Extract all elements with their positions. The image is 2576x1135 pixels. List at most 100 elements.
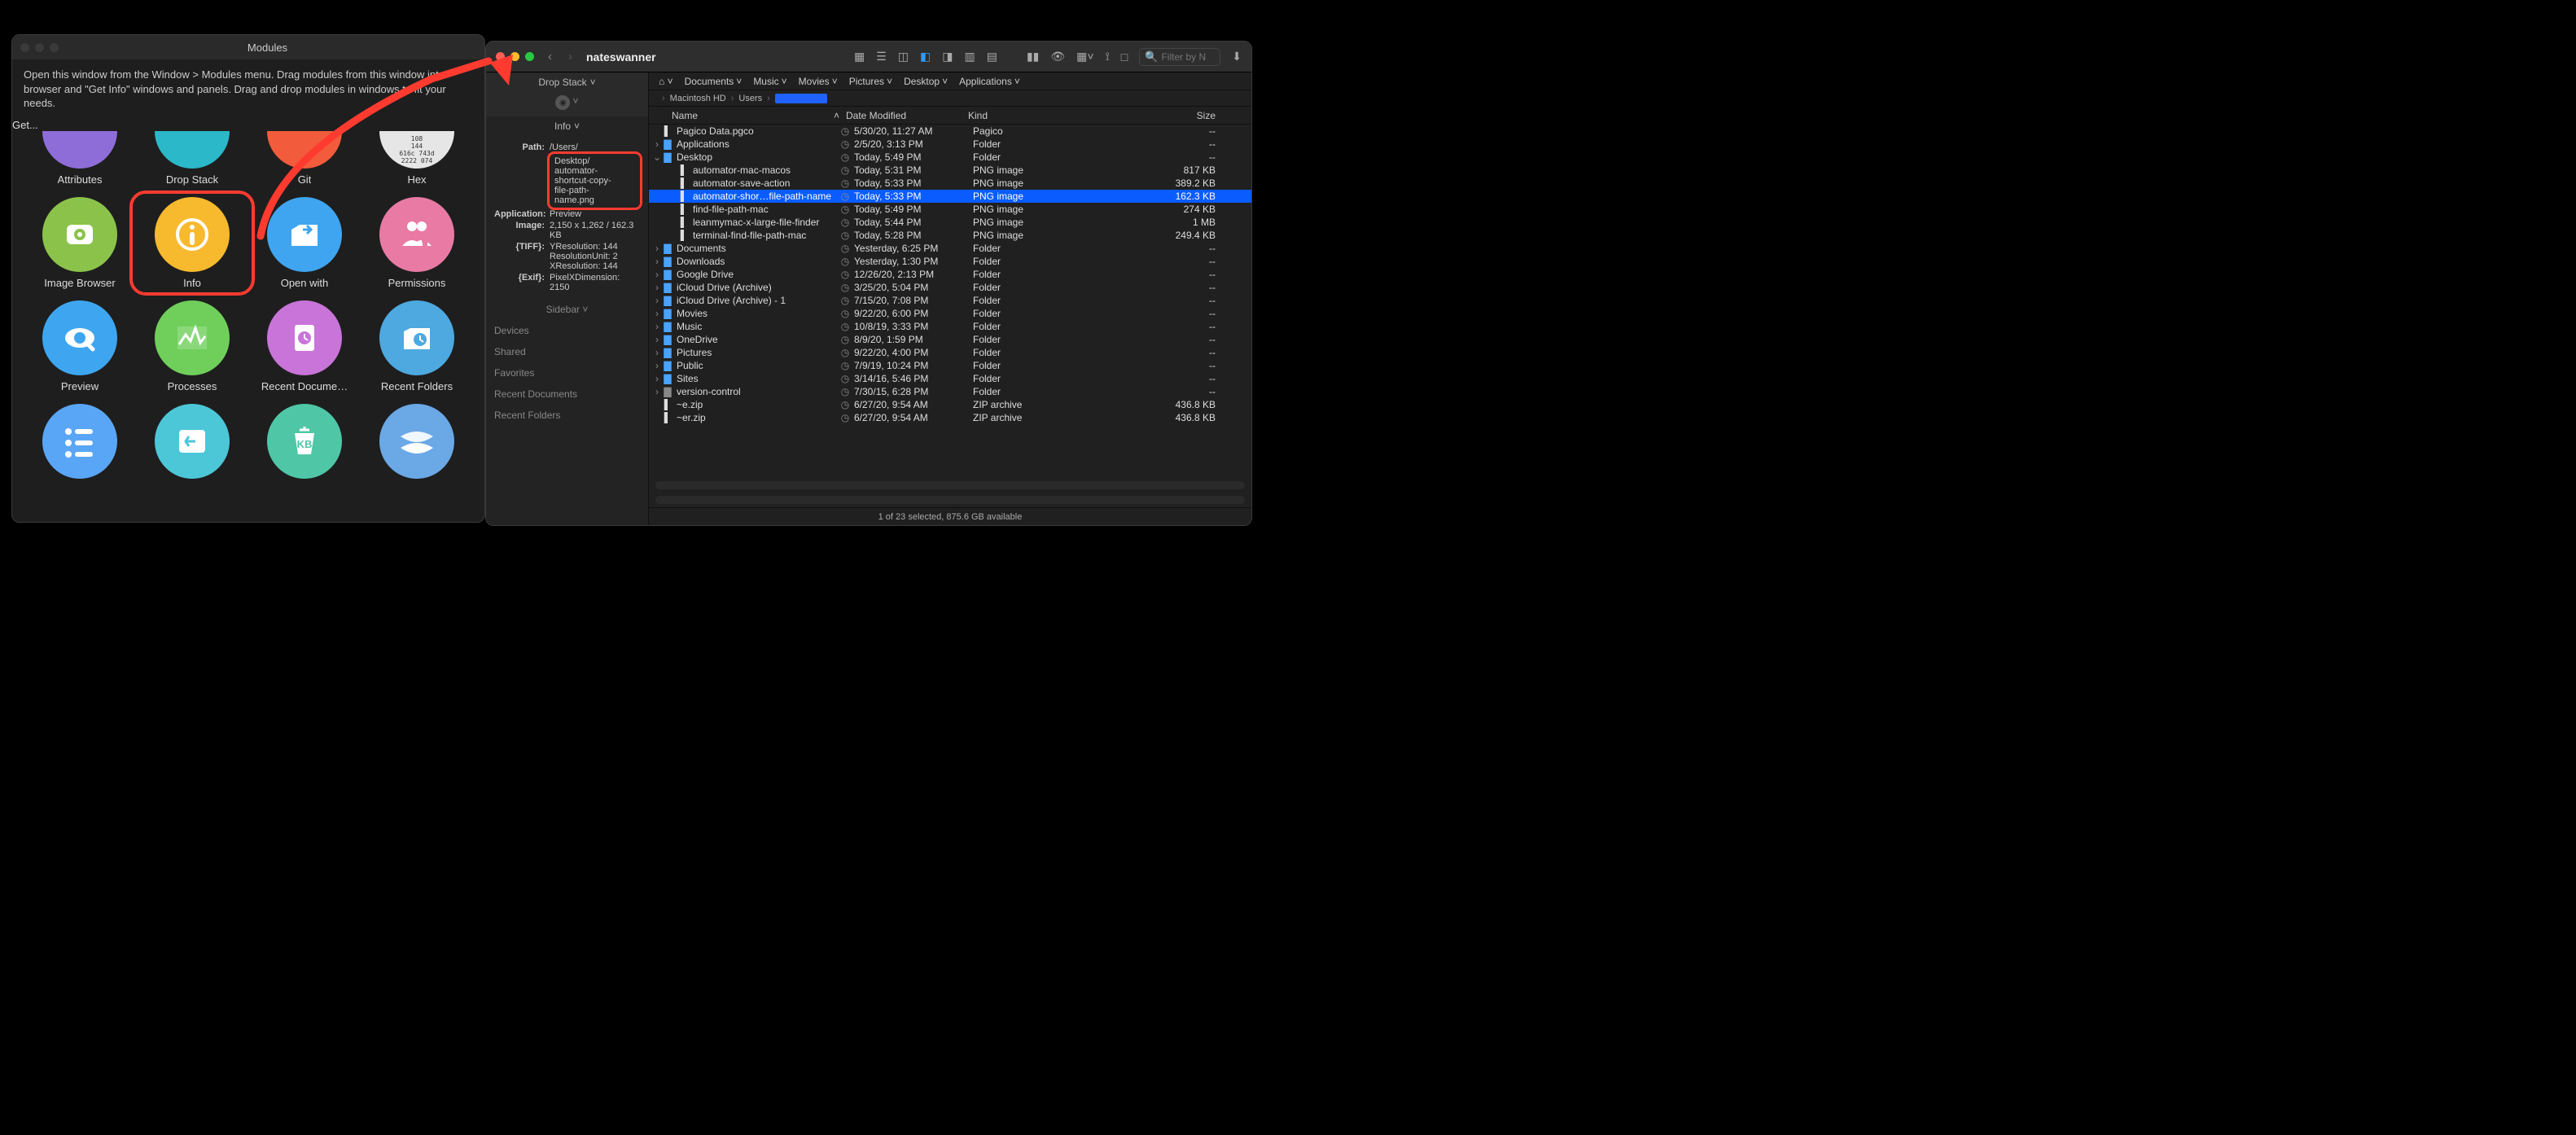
sidebar-section-header[interactable]: Sidebar ˅ [486, 299, 648, 320]
module-item[interactable]: Attributes [24, 131, 136, 186]
module-item[interactable]: KB [248, 404, 361, 479]
disclosure-icon[interactable]: › [652, 269, 662, 280]
table-row[interactable]: ›▇Movies◷9/22/20, 6:00 PMFolder-- [649, 307, 1251, 320]
module-item[interactable]: Recent Docume… [248, 300, 361, 392]
view-gallery-icon[interactable]: ◧ [920, 50, 931, 64]
table-row[interactable]: ›▇Sites◷3/14/16, 5:46 PMFolder-- [649, 372, 1251, 385]
module-item[interactable]: Processes [136, 300, 248, 392]
module-item[interactable]: Recent Folders [361, 300, 473, 392]
share-icon[interactable]: □ [1121, 50, 1128, 64]
quicklook-icon[interactable]: 👁 [1050, 50, 1065, 64]
table-row[interactable]: ›▇Pictures◷9/22/20, 4:00 PMFolder-- [649, 346, 1251, 359]
table-row[interactable]: ›▇Music◷10/8/19, 3:33 PMFolder-- [649, 320, 1251, 333]
minimize-icon[interactable] [35, 43, 44, 52]
table-row[interactable]: ▌leanmymac-x-large-file-finder◷Today, 5:… [649, 216, 1251, 229]
module-item[interactable]: Permissions [361, 197, 473, 289]
table-row[interactable]: ▌~er.zip◷6/27/20, 9:54 AMZIP archive436.… [649, 411, 1251, 424]
forward-button[interactable]: › [566, 50, 575, 64]
info-header[interactable]: Info ˅ [486, 116, 648, 136]
group-icon[interactable]: ▦˅ [1076, 50, 1093, 64]
table-row[interactable]: ›▇version-control◷7/30/15, 6:28 PMFolder… [649, 385, 1251, 398]
table-row[interactable]: ›▇Public◷7/9/19, 10:24 PMFolder-- [649, 359, 1251, 372]
table-row[interactable]: ›▇Documents◷Yesterday, 6:25 PMFolder-- [649, 242, 1251, 255]
disclosure-icon[interactable]: › [652, 282, 662, 293]
sidebar-group[interactable]: Devices [486, 320, 648, 341]
table-row[interactable]: ›▇Google Drive◷12/26/20, 2:13 PMFolder-- [649, 268, 1251, 281]
fav-item[interactable]: Music ˅ [753, 76, 786, 87]
table-row[interactable]: ▌automator-mac-macos◷Today, 5:31 PMPNG i… [649, 164, 1251, 177]
module-item[interactable]: Image Browser [24, 197, 136, 289]
disclosure-icon[interactable]: › [652, 373, 662, 384]
disclosure-icon[interactable]: › [652, 386, 662, 397]
col-name[interactable]: Name˄ [649, 110, 846, 121]
fav-item[interactable]: Movies ˅ [799, 76, 838, 87]
download-icon[interactable]: ⬇ [1232, 50, 1242, 64]
minimize-icon[interactable] [510, 52, 519, 61]
col-size[interactable]: Size [1123, 110, 1251, 121]
preview3-icon[interactable]: ▤ [987, 50, 997, 64]
view-list-icon[interactable]: ☰ [876, 50, 887, 64]
back-button[interactable]: ‹ [545, 50, 554, 64]
view-columns-icon[interactable]: ◫ [898, 50, 909, 64]
module-item[interactable]: Open with [248, 197, 361, 289]
search-field[interactable] [1161, 51, 1218, 63]
module-item[interactable] [361, 404, 473, 479]
search-input[interactable]: 🔍 [1139, 48, 1220, 66]
module-item[interactable] [136, 404, 248, 479]
fav-item[interactable]: Pictures ˅ [849, 76, 892, 87]
disclosure-icon[interactable]: › [652, 295, 662, 306]
table-row[interactable]: ▌automator-shor…file-path-name◷Today, 5:… [649, 190, 1251, 203]
maximize-icon[interactable] [50, 43, 59, 52]
module-item[interactable]: Preview [24, 300, 136, 392]
table-row[interactable]: ›▇Applications◷2/5/20, 3:13 PMFolder-- [649, 138, 1251, 151]
col-kind[interactable]: Kind [968, 110, 1123, 121]
fav-item[interactable]: Applications ˅ [959, 76, 1020, 87]
disclosure-icon[interactable]: › [652, 308, 662, 319]
disclosure-icon[interactable]: ⌄ [652, 151, 662, 163]
module-item[interactable]: Drop Stack [136, 131, 248, 186]
disclosure-icon[interactable]: › [652, 334, 662, 345]
dropstack-header[interactable]: Drop Stack ˅ [486, 72, 648, 92]
disclosure-icon[interactable]: › [652, 347, 662, 358]
sidebar-group[interactable]: Favorites [486, 362, 648, 383]
table-row[interactable]: ›▇OneDrive◷8/9/20, 1:59 PMFolder-- [649, 333, 1251, 346]
sidebar-group[interactable]: Recent Documents [486, 383, 648, 405]
dual-pane-icon[interactable]: ▮▮ [1027, 50, 1039, 64]
view-icon-grid-icon[interactable]: ▦ [854, 50, 865, 64]
disclosure-icon[interactable]: › [652, 138, 662, 150]
maximize-icon[interactable] [525, 52, 534, 61]
bc-item[interactable]: Users [738, 94, 762, 103]
table-row[interactable]: ▌automator-save-action◷Today, 5:33 PMPNG… [649, 177, 1251, 190]
module-item[interactable] [24, 404, 136, 479]
col-date[interactable]: Date Modified [846, 110, 968, 121]
sidebar-group[interactable]: Shared [486, 341, 648, 362]
disclosure-icon[interactable]: › [652, 321, 662, 332]
table-row[interactable]: ▌find-file-path-mac◷Today, 5:49 PMPNG im… [649, 203, 1251, 216]
table-row[interactable]: ▌Pagico Data.pgco◷5/30/20, 11:27 AMPagic… [649, 125, 1251, 138]
fav-item[interactable]: Desktop ˅ [904, 76, 948, 87]
table-row[interactable]: ›▇iCloud Drive (Archive)◷3/25/20, 5:04 P… [649, 281, 1251, 294]
module-item[interactable]: Git [248, 131, 361, 186]
close-icon[interactable] [496, 52, 505, 61]
home-icon[interactable]: ⌂ ˅ [659, 76, 673, 87]
bc-item[interactable]: Macintosh HD [670, 94, 726, 103]
disclosure-icon[interactable]: › [652, 256, 662, 267]
preview1-icon[interactable]: ◨ [942, 50, 953, 64]
tags-icon[interactable]: ⟟ [1106, 50, 1110, 64]
table-row[interactable]: ›▇Downloads◷Yesterday, 1:30 PMFolder-- [649, 255, 1251, 268]
table-row[interactable]: ▌terminal-find-file-path-mac◷Today, 5:28… [649, 229, 1251, 242]
dropstack-slot-icon[interactable]: ◉ [555, 95, 570, 110]
get-button[interactable]: Get... [12, 119, 484, 131]
table-row[interactable]: ›▇iCloud Drive (Archive) - 1◷7/15/20, 7:… [649, 294, 1251, 307]
disclosure-icon[interactable]: › [652, 360, 662, 371]
table-row[interactable]: ▌~e.zip◷6/27/20, 9:54 AMZIP archive436.8… [649, 398, 1251, 411]
sidebar-group[interactable]: Recent Folders [486, 405, 648, 426]
scrollbar[interactable] [655, 496, 1245, 504]
table-row[interactable]: ⌄▇Desktop◷Today, 5:49 PMFolder-- [649, 151, 1251, 164]
close-icon[interactable] [20, 43, 29, 52]
scrollbar[interactable] [655, 481, 1245, 489]
preview2-icon[interactable]: ▥ [965, 50, 975, 64]
disclosure-icon[interactable]: › [652, 243, 662, 254]
module-item[interactable]: 108144616c 743d2222 074Hex [361, 131, 473, 186]
module-item[interactable]: Info [133, 194, 252, 292]
